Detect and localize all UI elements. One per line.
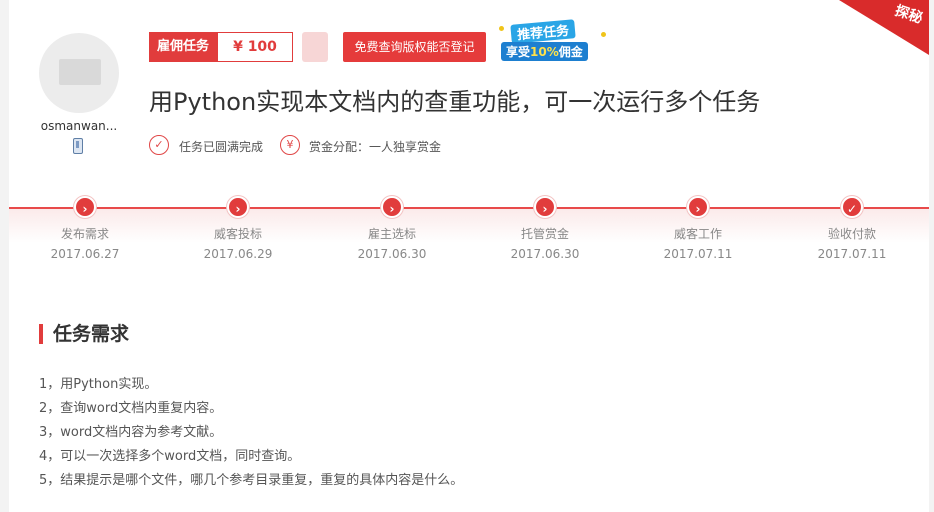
blurred-chip (302, 32, 328, 62)
list-item: 4，可以一次选择多个word文档，同时查询。 (39, 449, 301, 464)
promo-line2: 享受10%佣金 (501, 42, 588, 61)
requirements-heading: 任务需求 (39, 322, 129, 346)
yen-circle-icon: ¥ (280, 135, 300, 155)
timeline-step-accept: ✓ 验收付款 2017.07.11 (792, 196, 912, 261)
step-name: 威客工作 (673, 227, 722, 241)
sparkle-icon (499, 26, 504, 31)
username[interactable]: osmanwan... (29, 119, 129, 133)
sparkle-icon (601, 32, 606, 37)
corner-ribbon[interactable]: 探秘 (839, 0, 929, 55)
avatar[interactable] (39, 33, 119, 113)
task-price: ¥ 100 (217, 32, 293, 62)
step-date: 2017.06.30 (357, 247, 427, 261)
step-date: 2017.07.11 (817, 247, 887, 261)
reward-distribution-text: 赏金分配：一人独享赏金 (309, 140, 442, 154)
promo-suffix: 佣金 (558, 45, 583, 59)
chevron-right-icon: › (74, 196, 96, 218)
timeline-step-work: › 威客工作 2017.07.11 (638, 196, 758, 261)
timeline-line (9, 207, 929, 209)
list-item: 5，结果提示是哪个文件，哪几个参考目录重复，重复的具体内容是什么。 (39, 473, 464, 488)
chevron-right-icon: › (227, 196, 249, 218)
timeline-step-escrow: › 托管赏金 2017.06.30 (485, 196, 605, 261)
step-name: 验收付款 (827, 227, 876, 241)
step-date: 2017.06.27 (50, 247, 120, 261)
chevron-right-icon: › (381, 196, 403, 218)
timeline-background (9, 209, 929, 265)
step-name: 发布需求 (60, 227, 109, 241)
step-name: 威客投标 (213, 227, 262, 241)
page-title: 用Python实现本文档内的查重功能，可一次运行多个任务 (149, 88, 761, 116)
list-item: 1，用Python实现。 (39, 377, 158, 392)
chevron-right-icon: › (534, 196, 556, 218)
mobile-phone-icon (73, 138, 83, 154)
list-item: 2，查询word文档内重复内容。 (39, 401, 223, 416)
check-icon: ✓ (841, 196, 863, 218)
chevron-right-icon: › (687, 196, 709, 218)
task-type-badge: 雇佣任务 (149, 32, 217, 62)
step-date: 2017.06.29 (203, 247, 273, 261)
progress-timeline: › 发布需求 2017.06.27 › 威客投标 2017.06.29 › 雇主… (9, 196, 929, 272)
requirements-list: 1，用Python实现。 2，查询word文档内重复内容。 3，word文档内容… (39, 373, 463, 493)
promo-badge[interactable]: 推荐任务 享受10%佣金 (497, 19, 609, 62)
list-item: 3，word文档内容为参考文献。 (39, 425, 223, 440)
step-name: 托管赏金 (520, 227, 569, 241)
step-name: 雇主选标 (367, 227, 416, 241)
promo-prefix: 享受 (506, 45, 531, 59)
copyright-check-button[interactable]: 免费查询版权能否登记 (343, 32, 486, 62)
timeline-step-select: › 雇主选标 2017.06.30 (332, 196, 452, 261)
check-circle-icon: ✓ (149, 135, 169, 155)
timeline-step-publish: › 发布需求 2017.06.27 (25, 196, 145, 261)
task-status-text: 任务已圆满完成 (179, 140, 264, 154)
timeline-step-bid: › 威客投标 2017.06.29 (178, 196, 298, 261)
task-page: osmanwan... 雇佣任务 ¥ 100 免费查询版权能否登记 推荐任务 享… (9, 0, 929, 512)
step-date: 2017.07.11 (663, 247, 733, 261)
step-date: 2017.06.30 (510, 247, 580, 261)
avatar-image-blurred (59, 59, 101, 85)
promo-line1: 推荐任务 (510, 19, 576, 44)
promo-highlight: 10% (530, 45, 559, 59)
